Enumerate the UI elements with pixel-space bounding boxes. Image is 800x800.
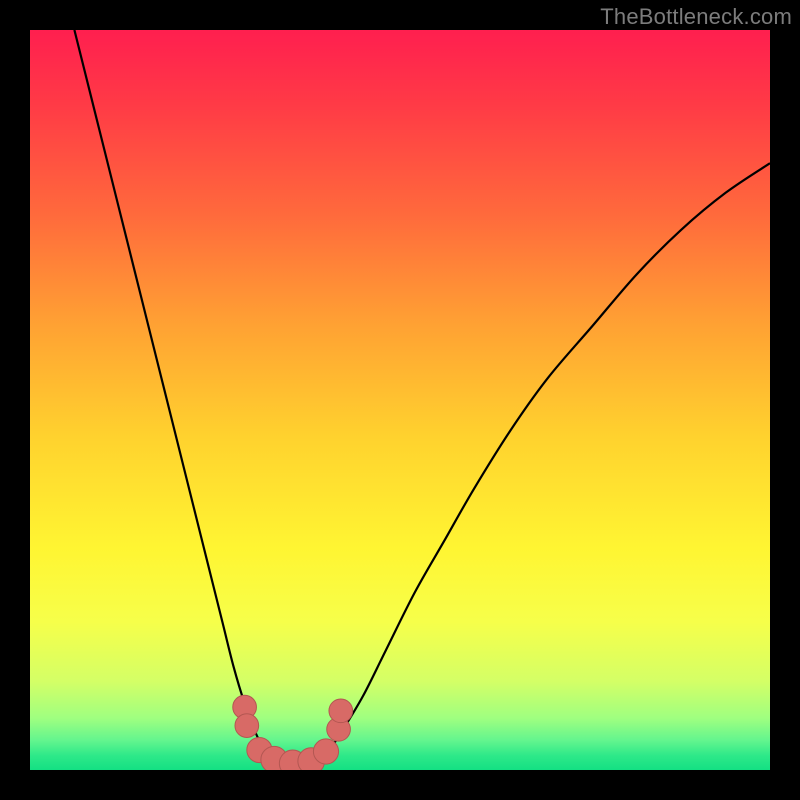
watermark-text: TheBottleneck.com xyxy=(600,4,792,30)
chart-svg xyxy=(30,30,770,770)
outer-frame: TheBottleneck.com xyxy=(0,0,800,800)
left-curve xyxy=(74,30,266,755)
data-marker xyxy=(313,739,338,764)
right-curve xyxy=(326,163,770,755)
valley-markers xyxy=(233,695,353,770)
plot-area xyxy=(30,30,770,770)
data-marker xyxy=(329,699,353,723)
data-marker xyxy=(235,714,259,738)
